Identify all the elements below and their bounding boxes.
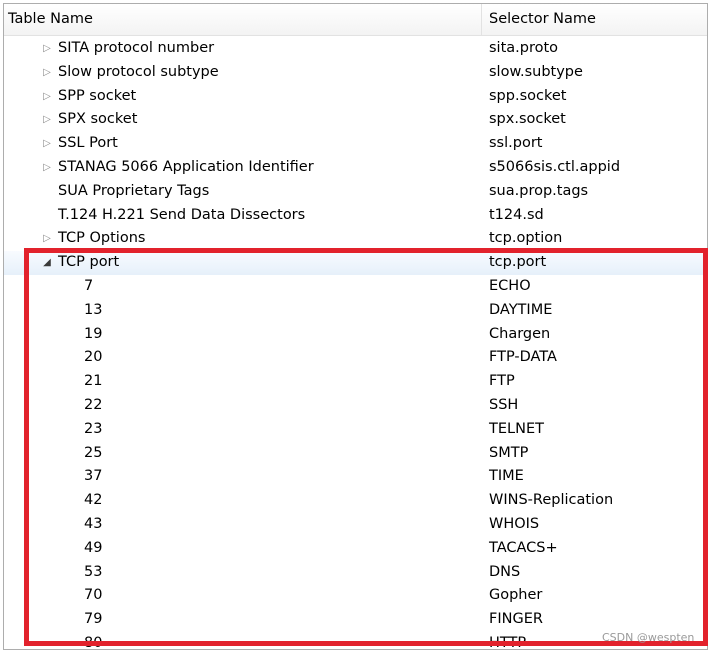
row-table-name: 19 <box>84 325 103 342</box>
row-table-name: SUA Proprietary Tags <box>58 182 210 199</box>
column-header-selector-name[interactable]: Selector Name <box>489 4 699 35</box>
row-selector-name: t124.sd <box>489 206 544 223</box>
tree-row[interactable]: ▷ TCP Options tcp.option <box>4 227 707 251</box>
row-selector-name: Chargen <box>489 325 551 342</box>
row-table-name: Slow protocol subtype <box>58 63 219 80</box>
row-selector-name: ssl.port <box>489 135 543 152</box>
tree-child-row[interactable]: 20 FTP-DATA <box>4 346 707 370</box>
row-table-name: SITA protocol number <box>58 40 215 56</box>
tree-row[interactable]: ▷ SPX socket spx.socket <box>4 108 707 132</box>
tree-row[interactable]: ▷ SSL Port ssl.port <box>4 132 707 156</box>
tree-child-row[interactable]: 70 Gopher <box>4 584 707 608</box>
row-table-name: 7 <box>84 278 94 294</box>
row-selector-name: spx.socket <box>489 111 566 128</box>
row-table-name: TCP port <box>58 254 120 271</box>
tree-child-row[interactable]: 22 SSH <box>4 394 707 418</box>
row-selector-name: TACACS+ <box>489 539 558 556</box>
row-table-name: 42 <box>84 492 103 509</box>
triangle-right-icon[interactable]: ▷ <box>41 108 53 132</box>
decode-as-table: Table Name Selector Name ▷ SITA protocol … <box>3 3 708 650</box>
row-table-name: 22 <box>84 397 103 413</box>
row-selector-name: SSH <box>489 397 519 413</box>
triangle-right-icon[interactable]: ▷ <box>41 61 53 85</box>
row-table-name: 13 <box>84 301 103 318</box>
triangle-right-icon[interactable]: ▷ <box>41 132 53 156</box>
row-table-name: 79 <box>84 611 103 628</box>
tree-row[interactable]: ▷ Slow protocol subtype slow.subtype <box>4 61 707 85</box>
row-selector-name: DNS <box>489 563 521 580</box>
row-selector-name: FINGER <box>489 611 543 628</box>
row-selector-name: sita.proto <box>489 40 559 56</box>
tree-row[interactable]: T.124 H.221 Send Data Dissectors t124.sd <box>4 204 707 228</box>
row-table-name: 25 <box>84 444 103 461</box>
tree-child-row[interactable]: 42 WINS-Replication <box>4 489 707 513</box>
row-table-name: 23 <box>84 420 103 437</box>
row-selector-name: HTTP <box>489 635 527 650</box>
row-selector-name: TELNET <box>489 420 544 437</box>
row-table-name: STANAG 5066 Application Identifier <box>58 159 314 175</box>
tree-row[interactable]: ▷ SITA protocol number sita.proto <box>4 37 707 61</box>
row-table-name: 20 <box>84 349 103 366</box>
tree-child-row[interactable]: 43 WHOIS <box>4 513 707 537</box>
triangle-down-icon[interactable]: ◢ <box>41 251 53 275</box>
tree-child-row[interactable]: 25 SMTP <box>4 442 707 466</box>
row-selector-name: spp.socket <box>489 87 567 104</box>
row-selector-name: tcp.option <box>489 230 563 247</box>
row-table-name: 80 <box>84 635 103 650</box>
tree-child-row[interactable]: 53 DNS <box>4 561 707 585</box>
row-table-name: 37 <box>84 468 103 485</box>
row-selector-name: TIME <box>489 468 524 485</box>
row-table-name: TCP Options <box>58 230 146 247</box>
tree-row[interactable]: ▷ SPP socket spp.socket <box>4 85 707 109</box>
watermark: CSDN @wespten <box>602 631 695 644</box>
row-table-name: 53 <box>84 563 103 580</box>
row-table-name: 21 <box>84 373 103 390</box>
row-selector-name: ECHO <box>489 278 531 294</box>
tree-child-row[interactable]: 37 TIME <box>4 465 707 489</box>
row-selector-name: Gopher <box>489 587 543 604</box>
triangle-right-icon[interactable]: ▷ <box>41 156 53 180</box>
row-table-name: SSL Port <box>58 135 118 152</box>
triangle-right-icon[interactable]: ▷ <box>41 227 53 251</box>
row-table-name: T.124 H.221 Send Data Dissectors <box>58 206 306 223</box>
tree-child-row[interactable]: 23 TELNET <box>4 418 707 442</box>
triangle-right-icon[interactable]: ▷ <box>41 37 53 61</box>
tree-child-row[interactable]: 21 FTP <box>4 370 707 394</box>
row-selector-name: tcp.port <box>489 254 547 271</box>
column-header-table-name[interactable]: Table Name <box>8 4 482 35</box>
row-selector-name: FTP-DATA <box>489 349 557 366</box>
tree-child-row[interactable]: 19 Chargen <box>4 323 707 347</box>
row-selector-name: slow.subtype <box>489 63 583 80</box>
row-selector-name: sua.prop.tags <box>489 182 589 199</box>
tree-row[interactable]: ◢ TCP port tcp.port <box>4 251 707 275</box>
table-header: Table Name Selector Name <box>4 4 707 36</box>
row-selector-name: WHOIS <box>489 516 540 532</box>
triangle-right-icon[interactable]: ▷ <box>41 85 53 109</box>
row-table-name: 70 <box>84 587 103 604</box>
tree-child-row[interactable]: 13 DAYTIME <box>4 299 707 323</box>
row-table-name: SPP socket <box>58 87 137 104</box>
row-table-name: 49 <box>84 539 103 556</box>
row-selector-name: WINS-Replication <box>489 492 614 509</box>
tree-child-row[interactable]: 49 TACACS+ <box>4 537 707 561</box>
row-selector-name: FTP <box>489 373 515 390</box>
row-selector-name: SMTP <box>489 444 529 461</box>
tree-child-row[interactable]: 7 ECHO <box>4 275 707 299</box>
row-selector-name: s5066sis.ctl.appid <box>489 159 621 175</box>
tree-child-row[interactable]: 79 FINGER <box>4 608 707 632</box>
row-selector-name: DAYTIME <box>489 301 553 318</box>
row-table-name: SPX socket <box>58 111 138 128</box>
tree-row[interactable]: ▷ STANAG 5066 Application Identifier s5066… <box>4 156 707 180</box>
row-table-name: 43 <box>84 516 103 532</box>
tree-row[interactable]: SUA Proprietary Tags sua.prop.tags <box>4 180 707 204</box>
